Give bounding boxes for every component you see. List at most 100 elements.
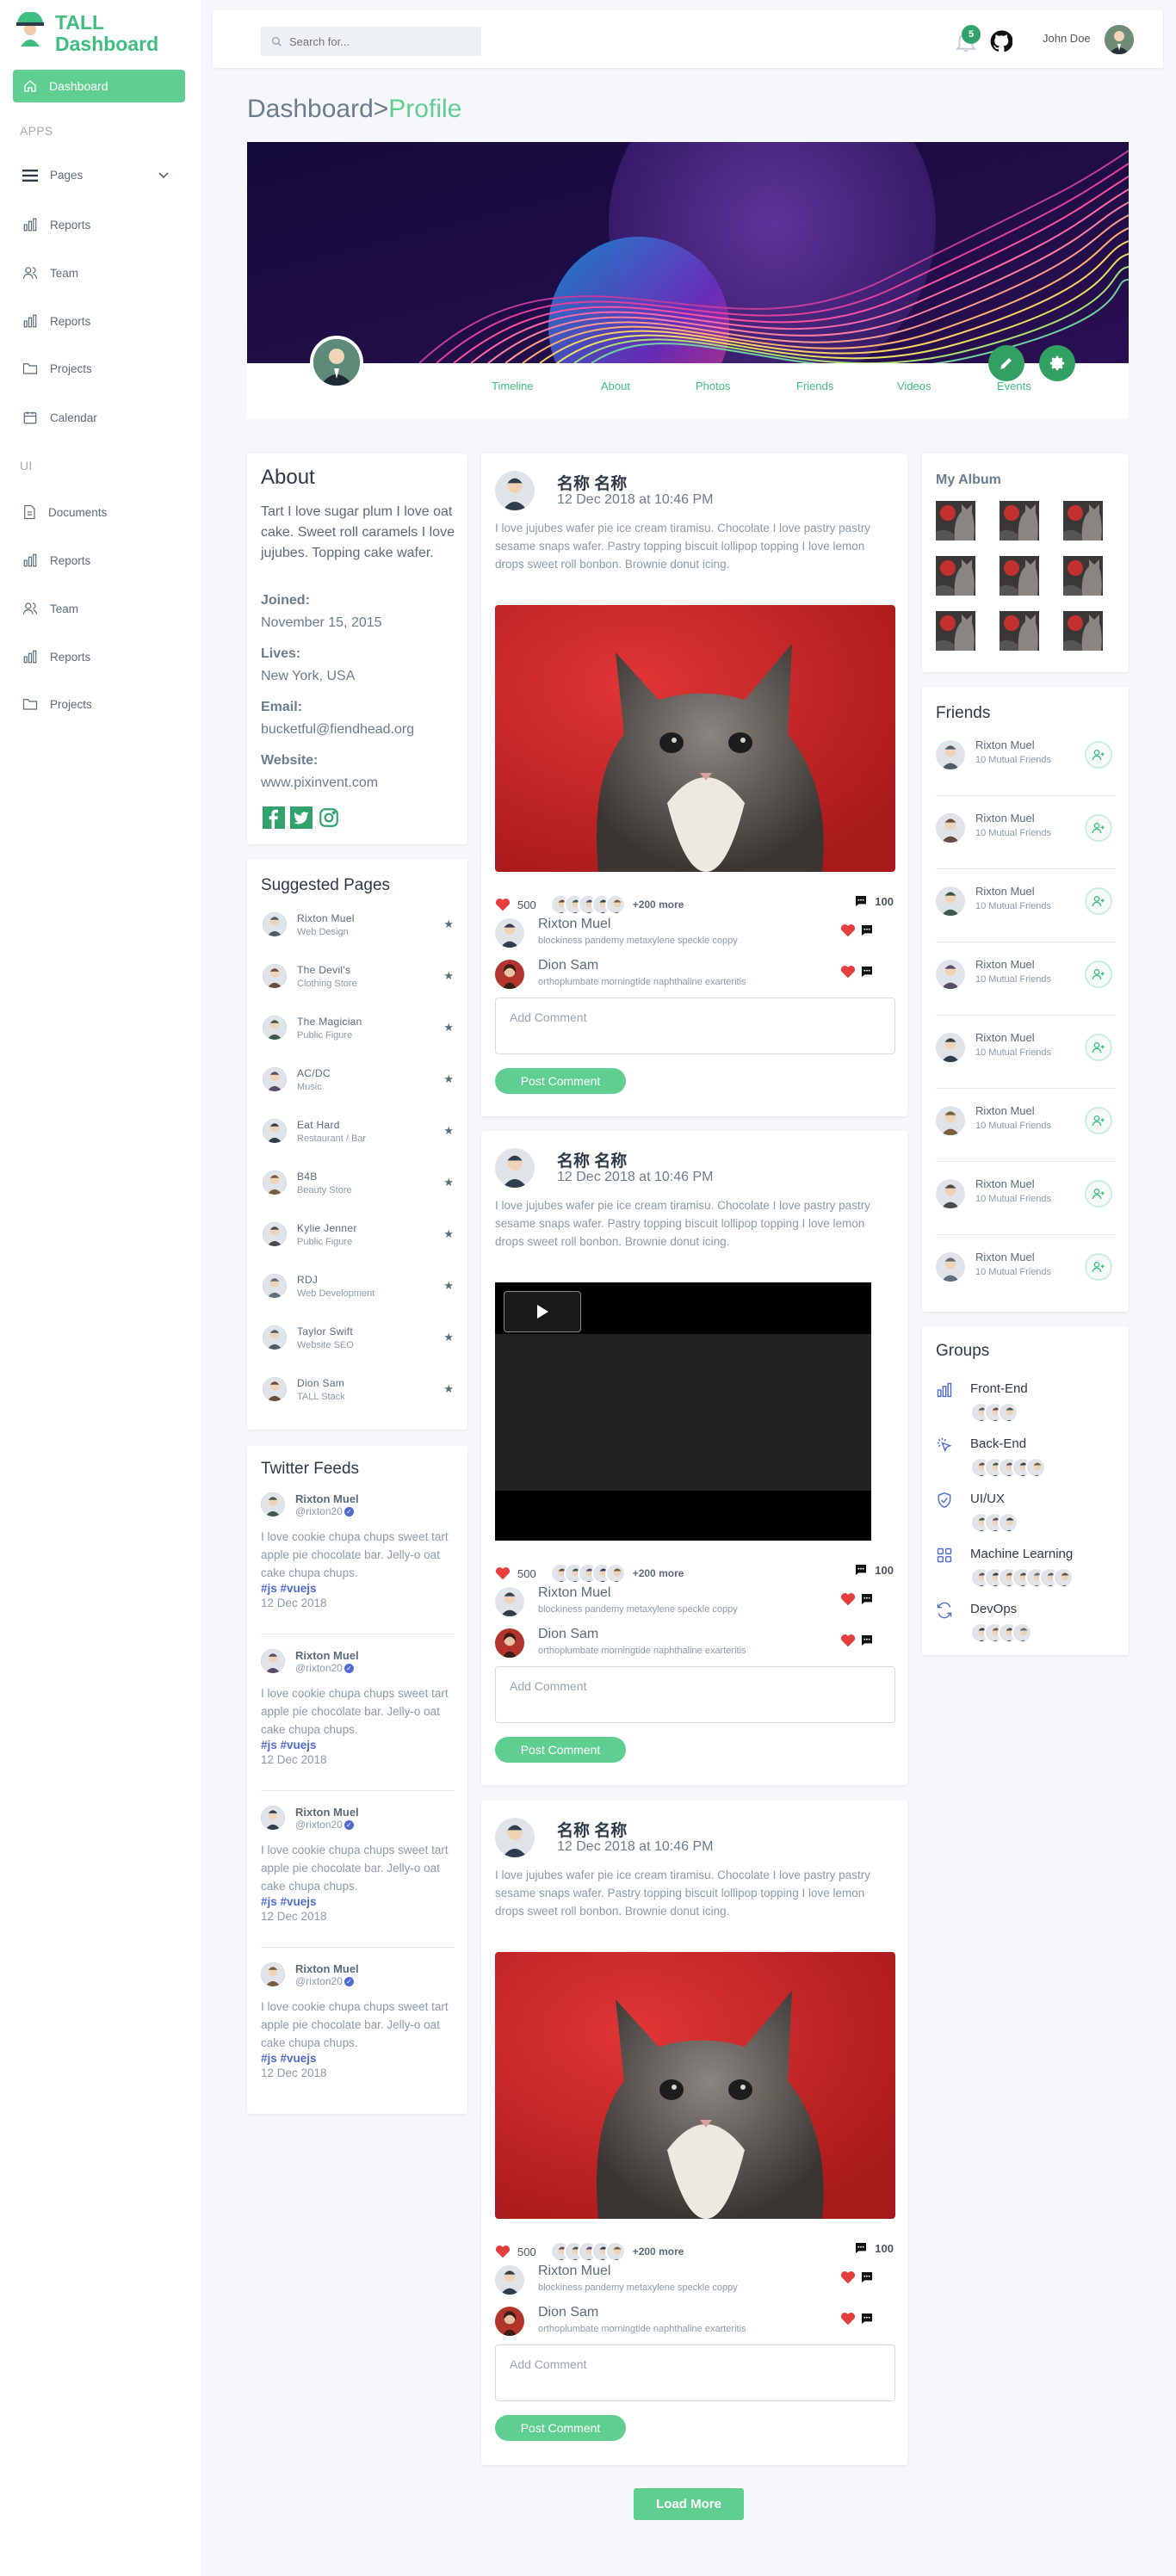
album-photo[interactable] (1063, 556, 1103, 596)
liker-avatars[interactable] (549, 2241, 626, 2262)
tab-timeline[interactable]: Timeline (492, 380, 534, 392)
comment-icon[interactable] (854, 2241, 868, 2255)
sidebar-item-reports[interactable]: Reports (22, 217, 90, 232)
post-author-avatar[interactable] (495, 471, 535, 510)
commenter-avatar[interactable] (495, 918, 524, 948)
add-friend-button[interactable] (1085, 1253, 1112, 1281)
friend-name[interactable]: Rixton Muel (975, 958, 1035, 971)
commenter-avatar[interactable] (495, 1587, 524, 1616)
search-box[interactable] (261, 27, 481, 56)
friend-avatar[interactable] (936, 813, 965, 843)
friend-avatar[interactable] (936, 740, 965, 769)
liker-avatars[interactable] (549, 1563, 626, 1584)
star-icon[interactable]: ★ (443, 1227, 454, 1241)
sidebar-item-reports-4[interactable]: Reports (22, 649, 90, 664)
friend-avatar[interactable] (936, 1106, 965, 1135)
star-icon[interactable]: ★ (443, 1279, 454, 1293)
tweet-item[interactable]: Rixton Muel @rixton20 ✓ I love cookie chupa… (261, 1649, 454, 1766)
comment-reply-icon[interactable] (860, 2312, 874, 2330)
more-likers[interactable]: +200 more (633, 899, 684, 911)
commenter-name[interactable]: Rixton Muel (538, 1585, 610, 1601)
instagram-icon[interactable] (318, 806, 340, 829)
suggested-page-item[interactable]: The Devil's Clothing Store (263, 964, 452, 989)
tweet-item[interactable]: Rixton Muel @rixton20 ✓ I love cookie chupa… (261, 1806, 454, 1923)
post-comment-button[interactable]: Post Comment (495, 1068, 626, 1094)
friend-name[interactable]: Rixton Muel (975, 1251, 1035, 1263)
sidebar-item-projects-2[interactable]: Projects (22, 697, 92, 711)
comment-like-icon[interactable] (840, 965, 856, 983)
commenter-name[interactable]: Rixton Muel (538, 917, 610, 932)
comment-reply-icon[interactable] (860, 924, 874, 942)
suggested-page-item[interactable]: Taylor Swift Website SEO (263, 1325, 452, 1350)
tab-friends[interactable]: Friends (796, 380, 833, 392)
tweet-item[interactable]: Rixton Muel @rixton20 ✓ I love cookie chupa… (261, 1962, 454, 2079)
facebook-icon[interactable] (263, 806, 285, 829)
suggested-page-item[interactable]: The Magician Public Figure (263, 1016, 452, 1041)
post-author-avatar[interactable] (495, 1818, 535, 1857)
comment-icon[interactable] (854, 894, 868, 908)
star-icon[interactable]: ★ (443, 1124, 454, 1138)
commenter-name[interactable]: Dion Sam (538, 2305, 598, 2320)
commenter-avatar[interactable] (495, 1628, 524, 1658)
friend-name[interactable]: Rixton Muel (975, 885, 1035, 898)
album-photo[interactable] (936, 501, 975, 541)
star-icon[interactable]: ★ (443, 1176, 454, 1189)
comment-reply-icon[interactable] (860, 1634, 874, 1652)
sidebar-item-team[interactable]: Team (22, 265, 78, 281)
album-photo[interactable] (1000, 611, 1039, 651)
website-value[interactable]: www.pixinvent.com (261, 775, 378, 791)
album-photo[interactable] (936, 556, 975, 596)
settings-button[interactable] (1039, 345, 1075, 381)
sidebar-item-reports-2[interactable]: Reports (22, 313, 90, 329)
friend-name[interactable]: Rixton Muel (975, 1031, 1035, 1044)
comment-reply-icon[interactable] (860, 965, 874, 983)
group-name[interactable]: DevOps (970, 1602, 1017, 1616)
suggested-page-item[interactable]: Kylie Jenner Public Figure (263, 1222, 452, 1247)
group-member-avatars[interactable] (970, 1457, 1046, 1478)
commenter-name[interactable]: Rixton Muel (538, 2264, 610, 2279)
liker-avatars[interactable] (549, 894, 626, 915)
friend-name[interactable]: Rixton Muel (975, 812, 1035, 825)
friend-name[interactable]: Rixton Muel (975, 1177, 1035, 1190)
search-input[interactable] (289, 34, 479, 48)
group-member-avatars[interactable] (970, 1567, 1074, 1588)
album-photo[interactable] (1063, 501, 1103, 541)
user-avatar[interactable] (1105, 25, 1134, 54)
add-friend-button[interactable] (1085, 1034, 1112, 1061)
friend-avatar[interactable] (936, 960, 965, 989)
post-comment-button[interactable]: Post Comment (495, 2415, 626, 2441)
brand[interactable]: TALL Dashboard (14, 12, 158, 55)
add-friend-button[interactable] (1085, 961, 1112, 988)
commenter-name[interactable]: Dion Sam (538, 958, 598, 973)
group-member-avatars[interactable] (970, 1402, 1018, 1423)
post-image[interactable] (495, 605, 895, 872)
comment-like-icon[interactable] (840, 1592, 856, 1610)
heart-icon[interactable] (495, 2245, 511, 2258)
comment-like-icon[interactable] (840, 1634, 856, 1652)
commenter-avatar[interactable] (495, 2265, 524, 2295)
sidebar-item-reports-3[interactable]: Reports (22, 553, 90, 568)
add-friend-button[interactable] (1085, 1180, 1112, 1208)
commenter-name[interactable]: Dion Sam (538, 1627, 598, 1642)
tweet-item[interactable]: Rixton Muel @rixton20 ✓ I love cookie chupa… (261, 1492, 454, 1609)
comment-reply-icon[interactable] (860, 1592, 874, 1610)
comment-reply-icon[interactable] (860, 2270, 874, 2289)
group-name[interactable]: Machine Learning (970, 1547, 1073, 1561)
suggested-page-item[interactable]: AC/DC Music (263, 1067, 452, 1092)
comment-input[interactable]: Add Comment (495, 2344, 895, 2401)
star-icon[interactable]: ★ (443, 917, 454, 931)
tab-events[interactable]: Events (997, 380, 1031, 392)
group-name[interactable]: Front-End (970, 1381, 1028, 1396)
tweet-hashtags[interactable]: #js #vuejs (261, 1582, 454, 1595)
email-value[interactable]: bucketful@fiendhead.org (261, 722, 414, 738)
tab-about[interactable]: About (601, 380, 630, 392)
sidebar-item-projects[interactable]: Projects (22, 361, 92, 375)
tweet-hashtags[interactable]: #js #vuejs (261, 1895, 454, 1908)
group-name[interactable]: UI/UX (970, 1492, 1005, 1506)
edit-profile-button[interactable] (988, 345, 1024, 381)
tab-videos[interactable]: Videos (897, 380, 932, 392)
more-likers[interactable]: +200 more (633, 2246, 684, 2258)
star-icon[interactable]: ★ (443, 1331, 454, 1344)
tweet-hashtags[interactable]: #js #vuejs (261, 1739, 454, 1751)
comment-like-icon[interactable] (840, 2270, 856, 2289)
